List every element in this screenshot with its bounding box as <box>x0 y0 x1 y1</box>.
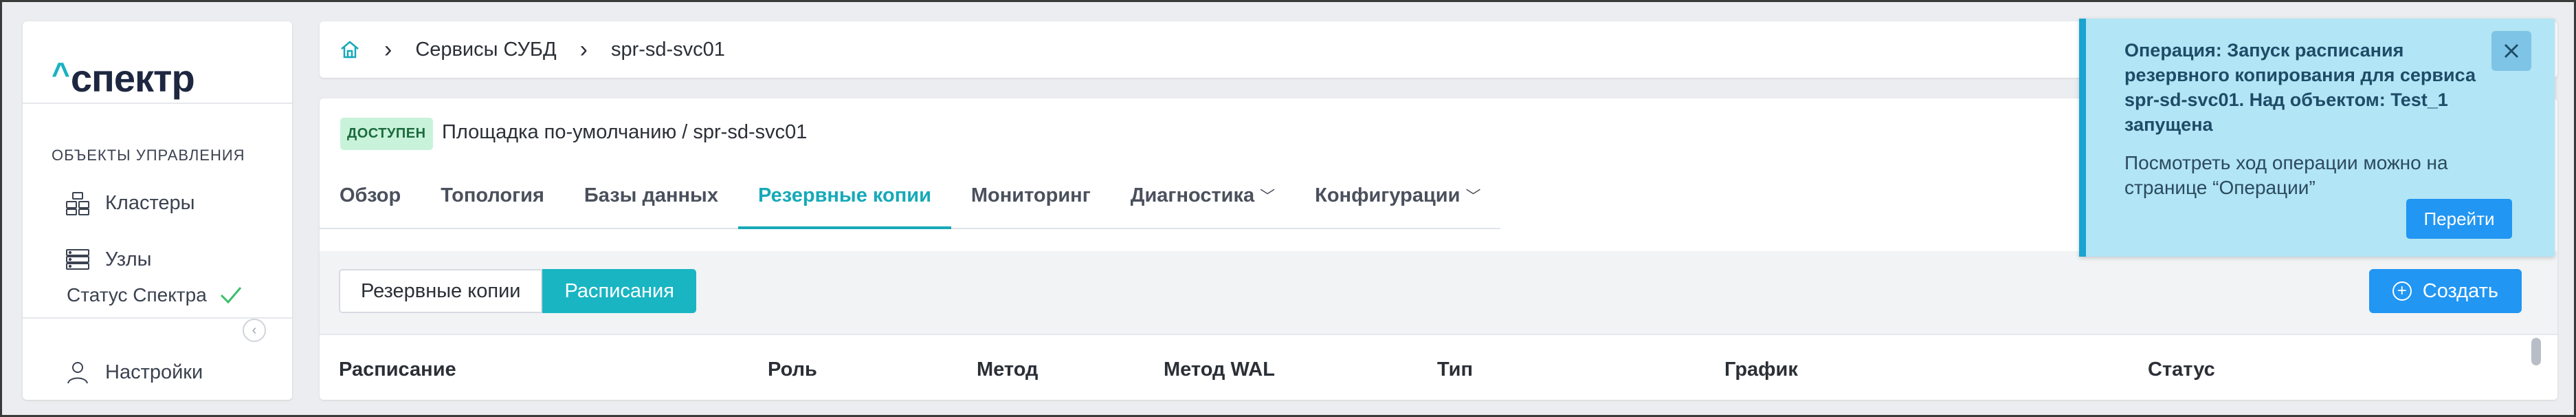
column-header-method[interactable]: Метод <box>977 359 1038 381</box>
create-button-label: Создать <box>2422 279 2498 302</box>
user-icon <box>67 362 88 384</box>
status-badge: ДОСТУПЕН <box>340 118 433 150</box>
tab-diagnostics[interactable]: Диагностика ﹀ <box>1111 163 1295 228</box>
sidebar-section-title: ОБЪЕКТЫ УПРАВЛЕНИЯ <box>52 147 245 164</box>
toast-title: Операция: Запуск расписания резервного к… <box>2124 40 2476 135</box>
column-header-status[interactable]: Статус <box>2148 359 2215 381</box>
tab-overview[interactable]: Обзор <box>320 163 421 228</box>
tab-label: Мониторинг <box>970 184 1091 206</box>
breadcrumb-item-services[interactable]: Сервисы СУБД <box>415 39 556 61</box>
plus-circle-icon: + <box>2392 281 2412 301</box>
home-icon[interactable] <box>339 39 361 61</box>
column-header-schedule-plan[interactable]: График <box>1724 359 1798 381</box>
chevron-down-icon: ﹀ <box>1260 188 1276 205</box>
tab-label: Резервные копии <box>757 184 931 206</box>
check-icon <box>220 287 241 304</box>
tab-label: Конфигурации <box>1315 184 1461 206</box>
sidebar-item-label: Настройки <box>105 361 203 383</box>
sidebar-divider <box>23 103 292 104</box>
backups-content: Резервные копии Расписания + Создать Рас… <box>320 251 2557 400</box>
logo-text: спектр <box>70 56 195 100</box>
toast-close-button[interactable] <box>2491 31 2531 71</box>
sidebar-item-clusters[interactable]: Кластеры <box>64 189 195 217</box>
toast-go-button[interactable]: Перейти <box>2406 199 2512 239</box>
column-header-type[interactable]: Тип <box>1437 359 1473 381</box>
tab-databases[interactable]: Базы данных <box>564 163 738 228</box>
chevron-left-icon: ‹ <box>252 322 257 338</box>
sidebar-item-label: Кластеры <box>105 191 195 214</box>
column-header-wal-method[interactable]: Метод WAL <box>1164 359 1275 381</box>
create-button[interactable]: + Создать <box>2368 269 2522 313</box>
breadcrumb-separator: › <box>579 36 588 63</box>
tab-label: Диагностика <box>1130 184 1255 206</box>
spectr-status: Статус Спектра <box>67 284 243 306</box>
tab-topology[interactable]: Топология <box>421 163 564 228</box>
tab-label: Обзор <box>340 184 401 206</box>
sidebar-collapse-button[interactable]: ‹ <box>243 319 266 342</box>
sidebar-item-label: Узлы <box>105 248 152 270</box>
column-header-role[interactable]: Роль <box>768 359 817 381</box>
tab-label: Базы данных <box>584 184 718 206</box>
sidebar-item-settings[interactable]: Настройки <box>64 359 203 386</box>
view-switcher: Резервные копии Расписания <box>339 269 696 313</box>
tab-bar: Обзор Топология Базы данных Резервные ко… <box>320 163 1501 229</box>
tab-monitoring[interactable]: Мониторинг <box>951 163 1111 228</box>
sidebar: ^спектр ОБЪЕКТЫ УПРАВЛЕНИЯ Кластеры Узлы… <box>23 21 292 400</box>
spectr-status-label: Статус Спектра <box>67 284 207 306</box>
tab-label: Топология <box>441 184 544 206</box>
tab-backups[interactable]: Резервные копии <box>737 163 951 229</box>
logo-caret: ^ <box>52 56 70 92</box>
backups-segment-button[interactable]: Резервные копии <box>339 269 543 313</box>
tab-configurations[interactable]: Конфигурации ﹀ <box>1295 163 1500 228</box>
close-icon <box>2504 43 2519 58</box>
nodes-icon <box>66 249 89 270</box>
vertical-scrollbar[interactable] <box>2531 338 2541 365</box>
clusters-icon <box>66 192 89 215</box>
chevron-down-icon: ﹀ <box>1465 188 1481 205</box>
service-location: Площадка по-умолчанию / spr-sd-svc01 <box>442 121 808 143</box>
breadcrumb-separator: › <box>384 36 392 63</box>
logo[interactable]: ^спектр <box>52 56 195 100</box>
schedules-segment-button[interactable]: Расписания <box>542 269 696 313</box>
operation-toast: Операция: Запуск расписания резервного к… <box>2079 19 2555 257</box>
table-header: Расписание Роль Метод Метод WAL Тип Граф… <box>320 334 2557 400</box>
column-header-schedule[interactable]: Расписание <box>339 359 456 381</box>
toast-body: Посмотреть ход операции можно на страниц… <box>2124 152 2448 198</box>
breadcrumb-item-service: spr-sd-svc01 <box>610 38 725 61</box>
sidebar-item-nodes[interactable]: Узлы <box>64 246 152 273</box>
